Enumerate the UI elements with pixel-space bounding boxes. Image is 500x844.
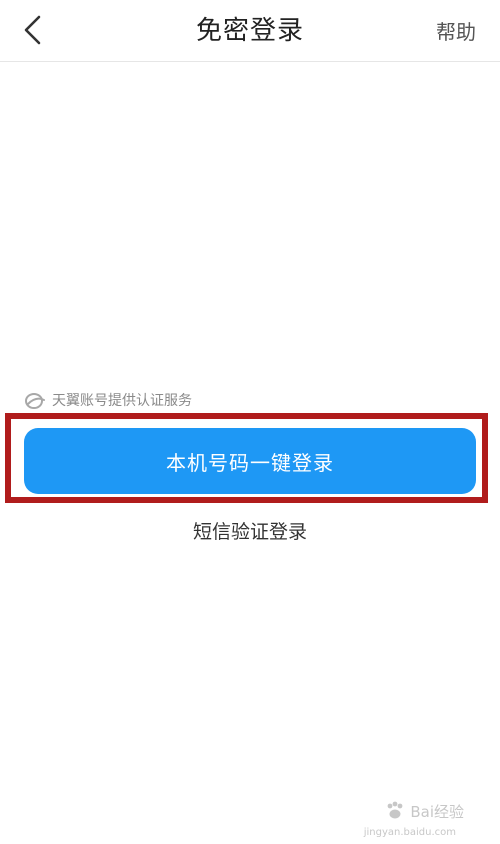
help-button[interactable]: 帮助 bbox=[436, 18, 476, 46]
paw-icon bbox=[387, 801, 403, 819]
provider-notice: 天翼账号提供认证服务 bbox=[24, 390, 192, 412]
top-nav-bar: 免密登录 帮助 bbox=[0, 0, 500, 62]
watermark-url: jingyan.baidu.com bbox=[363, 827, 456, 838]
provider-notice-text: 天翼账号提供认证服务 bbox=[52, 393, 192, 409]
tianyi-logo-icon bbox=[25, 393, 45, 409]
one-click-login-button[interactable]: 本机号码一键登录 bbox=[24, 428, 476, 494]
baidu-watermark: Bai经验 bbox=[384, 800, 464, 822]
sms-login-link[interactable]: 短信验证登录 bbox=[0, 518, 500, 546]
watermark-brand: Bai经验 bbox=[410, 802, 464, 821]
page-title: 免密登录 bbox=[195, 16, 304, 46]
